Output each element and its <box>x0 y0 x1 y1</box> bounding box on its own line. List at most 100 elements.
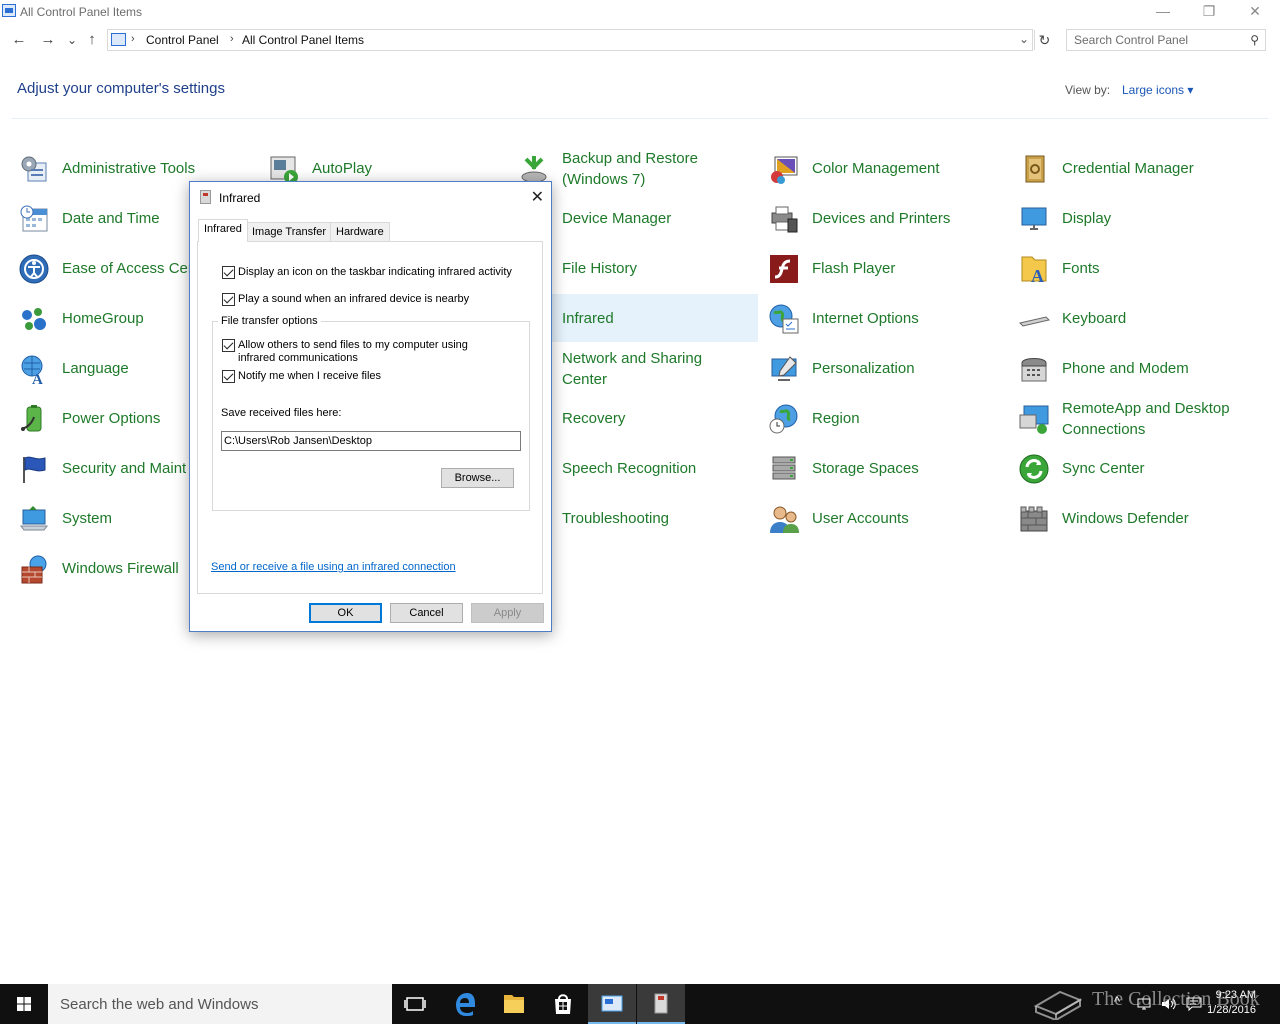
save-location-label: Save received files here: <box>221 407 342 419</box>
browse-button[interactable]: Browse... <box>441 468 514 488</box>
send-receive-link[interactable]: Send or receive a file using an infrared… <box>211 561 456 573</box>
taskbar-icon-checkbox[interactable] <box>222 266 235 279</box>
cp-item-keyboard[interactable]: Keyboard <box>1012 294 1252 342</box>
notify-label: Notify me when I receive files <box>238 370 382 382</box>
up-button[interactable]: ↑ <box>82 30 102 50</box>
window-title: All Control Panel Items <box>20 5 143 19</box>
store-button[interactable] <box>539 984 587 1024</box>
cp-item-label: Power Options <box>62 410 161 427</box>
ok-button[interactable]: OK <box>309 603 382 623</box>
tab-hardware[interactable]: Hardware <box>330 222 390 241</box>
cp-item-personalization[interactable]: Personalization <box>762 344 1002 392</box>
cp-item-display[interactable]: Display <box>1012 194 1252 242</box>
cp-item-credential-manager[interactable]: Credential Manager <box>1012 144 1252 192</box>
title-bar: All Control Panel Items — ❐ ✕ <box>0 0 1280 24</box>
task-view-button[interactable] <box>392 984 440 1024</box>
taskbar-search-box[interactable]: Search the web and Windows <box>48 984 392 1024</box>
control-panel-taskbar-button[interactable] <box>588 984 636 1024</box>
fonts-icon: A <box>1021 256 1047 285</box>
cp-item-label: Windows Defender <box>1062 510 1189 527</box>
cp-item-label: Windows Firewall <box>62 560 179 577</box>
region-icon <box>769 404 798 434</box>
forward-button[interactable]: → <box>38 30 58 50</box>
view-by-label: View by: <box>1065 83 1111 97</box>
view-by-dropdown[interactable]: Large icons ▾ <box>1122 83 1193 97</box>
restore-button[interactable]: ❐ <box>1186 0 1232 24</box>
cp-item-label: Storage Spaces <box>812 460 919 477</box>
page-heading: Adjust your computer's settings <box>17 80 225 97</box>
cp-item-phone-modem[interactable]: Phone and Modem <box>1012 344 1252 392</box>
allow-send-checkbox[interactable] <box>222 339 235 352</box>
chevron-down-icon[interactable]: ⌄ <box>1019 32 1029 46</box>
breadcrumb-all-items[interactable]: All Control Panel Items <box>242 33 364 47</box>
book-logo-icon <box>1033 990 1083 1020</box>
store-icon <box>555 994 571 1014</box>
cp-item-internet-options[interactable]: Internet Options <box>762 294 1002 342</box>
infrared-taskbar-button[interactable] <box>637 984 685 1024</box>
breadcrumb-separator[interactable]: › <box>230 33 234 45</box>
phone-modem-icon <box>1021 358 1047 382</box>
back-button[interactable]: ← <box>9 30 29 50</box>
svg-text:A: A <box>32 372 43 385</box>
cp-item-label: Device Manager <box>562 210 672 227</box>
windows-logo-icon <box>17 997 31 1011</box>
refresh-button[interactable]: ↻ <box>1034 30 1054 50</box>
cp-item-label: Speech Recognition <box>562 460 697 477</box>
breadcrumb-separator: › <box>131 33 135 45</box>
address-bar[interactable]: › Control Panel › All Control Panel Item… <box>107 29 1033 51</box>
edge-button[interactable] <box>441 984 489 1024</box>
cp-item-sync-center[interactable]: Sync Center <box>1012 444 1252 492</box>
file-transfer-group-label: File transfer options <box>218 315 321 327</box>
cp-item-region[interactable]: Region <box>762 394 1002 442</box>
recent-locations-button[interactable]: ⌄ <box>62 30 82 50</box>
cp-item-flash-player[interactable]: Flash Player <box>762 244 1002 292</box>
cancel-button[interactable]: Cancel <box>390 603 463 623</box>
cp-item-color-management[interactable]: Color Management <box>762 144 1002 192</box>
cp-item-label: Recovery <box>562 410 626 427</box>
tab-infrared[interactable]: Infrared <box>198 219 248 242</box>
tab-image-transfer[interactable]: Image Transfer <box>246 222 332 241</box>
dialog-close-button[interactable]: ✕ <box>531 187 544 207</box>
personalization-icon <box>771 356 797 381</box>
remoteapp-icon <box>1019 405 1049 434</box>
search-icon[interactable]: ⚲ <box>1250 33 1259 47</box>
cp-item-remoteapp[interactable]: RemoteApp and Desktop Connections <box>1012 394 1252 442</box>
cp-item-label: RemoteApp and Desktop Connections <box>1062 400 1230 438</box>
date-time-icon <box>20 205 48 232</box>
cp-item-label: Color Management <box>812 160 940 177</box>
control-panel-icon <box>111 33 126 46</box>
internet-options-icon <box>769 304 799 334</box>
security-maintenance-icon <box>23 456 46 483</box>
cp-item-storage-spaces[interactable]: Storage Spaces <box>762 444 1002 492</box>
notify-checkbox[interactable] <box>222 370 235 383</box>
credential-manager-icon <box>1025 155 1045 183</box>
sound-label: Play a sound when an infrared device is … <box>238 293 470 305</box>
windows-defender-icon <box>1020 506 1048 532</box>
breadcrumb-control-panel[interactable]: Control Panel <box>146 33 219 47</box>
cp-item-windows-defender[interactable]: Windows Defender <box>1012 494 1252 542</box>
cp-item-fonts[interactable]: A Fonts <box>1012 244 1252 292</box>
ease-of-access-icon <box>19 254 49 284</box>
save-location-field[interactable]: C:\Users\Rob Jansen\Desktop <box>221 431 521 451</box>
cp-item-label: Credential Manager <box>1062 160 1194 177</box>
cp-item-label: Display <box>1062 210 1112 227</box>
close-button[interactable]: ✕ <box>1232 0 1278 24</box>
cp-item-user-accounts[interactable]: User Accounts <box>762 494 1002 542</box>
cp-item-label: Administrative Tools <box>62 160 196 177</box>
cp-item-label: Flash Player <box>812 260 896 277</box>
sync-center-icon <box>1019 454 1049 484</box>
homegroup-icon <box>22 308 46 330</box>
devices-printers-icon <box>771 206 798 233</box>
cp-item-label: Fonts <box>1062 260 1100 277</box>
minimize-button[interactable]: — <box>1140 0 1186 24</box>
display-icon <box>1021 207 1047 230</box>
file-explorer-button[interactable] <box>490 984 538 1024</box>
search-input[interactable] <box>1067 30 1237 50</box>
cp-item-devices-printers[interactable]: Devices and Printers <box>762 194 1002 242</box>
color-management-icon <box>771 156 798 184</box>
cp-item-label: Region <box>812 410 860 427</box>
sound-checkbox[interactable] <box>222 293 235 306</box>
start-button[interactable] <box>0 984 48 1024</box>
taskbar-search-placeholder: Search the web and Windows <box>60 996 259 1013</box>
cp-item-label: Keyboard <box>1062 310 1127 327</box>
